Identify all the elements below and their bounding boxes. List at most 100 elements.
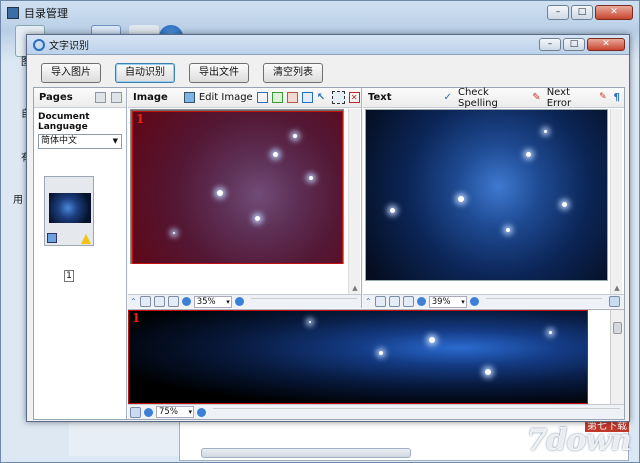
text-view-mode-icon[interactable] [609,296,620,307]
star [379,351,383,355]
scroll-up-icon[interactable]: ▲ [350,284,360,292]
star [458,196,464,202]
select-area-icon[interactable] [256,92,268,103]
text-view[interactable] [365,109,608,281]
zoom-view[interactable]: 1 [128,310,588,404]
page-status-icon [47,233,57,243]
zoom-in-icon[interactable] [197,407,206,417]
fit-page-icon[interactable] [139,296,151,307]
next-error-icon[interactable]: ✎ [532,92,542,103]
image-horizontal-scrollbar[interactable] [250,297,357,306]
collapse-icon[interactable]: ⌃ [365,297,372,306]
text-title: Text [368,92,392,103]
ocr-dialog: 文字识别 – □ ✕ 导入图片 自动识别 导出文件 清空列表 Pages Doc… [26,34,630,422]
text-zoom-select[interactable]: 39% [428,295,467,308]
text-header: Text ✓ Check Spelling ✎ Next Error ✎ ¶ [363,87,624,109]
edit-image-icon[interactable] [183,92,195,103]
page-number: 1 [64,270,74,282]
zoom-in-icon[interactable] [469,297,479,306]
fit-page-icon[interactable] [374,296,386,307]
collapse-icon[interactable]: ⌃ [130,297,137,306]
app-icon [7,7,19,19]
actual-size-icon[interactable] [402,296,414,307]
text-area-icon[interactable] [271,92,283,103]
dialog-minimize-button[interactable]: – [539,38,561,51]
document-language-value: 简体中文 [41,136,78,146]
recognition-zone[interactable]: 1 [132,111,343,264]
text-pane: Text ✓ Check Spelling ✎ Next Error ✎ ¶ ▲… [363,87,624,308]
error-options-icon[interactable]: ✎ [599,92,609,103]
star [217,190,223,196]
clear-list-button[interactable]: 清空列表 [263,63,323,83]
page-options-icon[interactable] [111,92,122,103]
dialog-maximize-button[interactable]: □ [563,38,585,51]
zoom-pane-zoom-bar: 75% [128,404,624,419]
dialog-close-button[interactable]: ✕ [587,38,625,51]
export-file-button[interactable]: 导出文件 [189,63,249,83]
dialog-title: 文字识别 [49,41,89,52]
spell-check-icon[interactable]: ✓ [444,92,454,103]
dialog-button-row: 导入图片 自动识别 导出文件 清空列表 [27,55,629,91]
zoom-out-icon[interactable] [144,407,153,417]
star [526,152,531,157]
scroll-up-icon[interactable]: ▲ [612,284,622,292]
check-spelling-button[interactable]: Check Spelling [458,87,528,109]
image-view[interactable]: 1 [130,109,344,264]
document-language-label: Document Language [38,112,90,132]
pilcrow-icon[interactable]: ¶ [614,92,624,103]
page-thumbnail-image [49,193,91,223]
image-title: Image [133,92,168,103]
zoom-pane-zoom-select[interactable]: 75% [156,406,194,418]
main-maximize-button[interactable]: □ [571,5,593,20]
image-vertical-scrollbar[interactable]: ▲ ▼ [348,109,360,303]
zoom-pane-mode-icon[interactable] [130,406,141,418]
dialog-titlebar: 文字识别 – □ ✕ [27,35,629,55]
zoom-in-icon[interactable] [234,297,244,306]
image-pane: Image Edit Image ↖ ✕ 1 ▲ ⌃ 35% ▾ [128,88,362,308]
add-page-icon[interactable] [95,92,106,103]
main-minimize-button[interactable]: – [547,5,569,20]
pages-header: Pages [34,88,126,108]
sidebar-label: 用 [13,195,23,206]
watermark-logo: 7down [526,423,632,458]
star [390,208,395,213]
document-language-select[interactable]: 简体中文 ▼ [38,134,122,149]
fit-width-icon[interactable] [388,296,400,307]
pages-pane: Pages Document Language 简体中文 ▼ 1 [34,88,127,419]
scroll-thumb[interactable] [613,322,622,334]
star [485,369,491,375]
zoom-pane: 1 75% [128,309,624,419]
star [293,134,297,138]
image-zoom-bar: ⌃ 35% [128,294,361,308]
fit-width-icon[interactable] [153,296,165,307]
zoom-pane-horizontal-scrollbar[interactable] [213,408,620,416]
picture-area-icon[interactable] [286,92,298,103]
next-error-button[interactable]: Next Error [547,87,595,109]
image-zoom-select[interactable]: 35% [193,295,232,308]
zoom-out-icon[interactable] [416,297,426,306]
star [173,232,175,234]
text-zoom-bar: ⌃ 39% [363,294,624,308]
pointer-icon[interactable]: ↖ [317,92,328,103]
main-window-title: 目录管理 [24,7,68,20]
star [544,130,547,133]
page-thumbnail[interactable] [44,176,94,246]
image-header: Image Edit Image ↖ ✕ [128,88,361,108]
star [255,216,260,221]
auto-recognize-button[interactable]: 自动识别 [115,63,175,83]
text-vertical-scrollbar[interactable]: ▲ ▼ [610,109,622,303]
main-close-button[interactable]: ✕ [595,5,633,20]
pages-title: Pages [39,92,73,103]
main-horizontal-scrollbar[interactable] [201,448,411,458]
zoom-vertical-scrollbar[interactable] [610,310,624,404]
delete-area-icon[interactable]: ✕ [348,92,360,103]
edit-image-button[interactable]: Edit Image [199,92,253,103]
zoom-out-icon[interactable] [181,297,191,306]
import-image-button[interactable]: 导入图片 [41,63,101,83]
marquee-icon[interactable] [331,91,345,104]
table-area-icon[interactable] [301,92,313,103]
star [549,331,552,334]
main-titlebar: 目录管理 – □ ✕ [1,1,639,25]
actual-size-icon[interactable] [167,296,179,307]
text-horizontal-scrollbar[interactable] [485,297,602,306]
